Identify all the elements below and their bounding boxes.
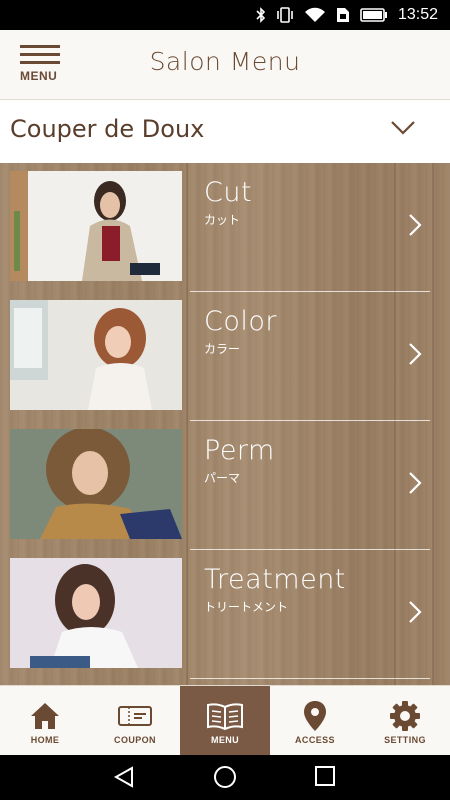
cut-photo bbox=[10, 171, 182, 281]
battery-icon bbox=[360, 8, 388, 22]
status-bar: 13:52 bbox=[0, 0, 450, 30]
menu-item-title: Color bbox=[204, 306, 277, 337]
nav-coupon[interactable]: COUPON bbox=[90, 686, 180, 756]
salon-name: Couper de Doux bbox=[10, 115, 205, 143]
chevron-right-icon bbox=[408, 213, 422, 241]
nav-home[interactable]: HOME bbox=[0, 686, 90, 756]
menu-item-treatment[interactable]: Treatment トリートメント bbox=[0, 550, 450, 679]
nav-menu[interactable]: MENU bbox=[180, 686, 270, 756]
sim-icon bbox=[336, 7, 350, 23]
app-bar: MENU Salon Menu bbox=[0, 30, 450, 100]
perm-photo bbox=[10, 429, 182, 539]
nav-access[interactable]: ACCESS bbox=[270, 686, 360, 756]
nav-label: SETTING bbox=[384, 735, 426, 745]
menu-item-title: Treatment bbox=[204, 564, 346, 595]
menu-list: Cut カット Color カラー Perm パーマ Treatment トリー… bbox=[0, 163, 450, 685]
home-icon bbox=[29, 700, 61, 732]
back-icon[interactable] bbox=[112, 765, 136, 793]
nav-label: MENU bbox=[210, 735, 240, 745]
wifi-icon bbox=[304, 7, 326, 23]
recents-icon[interactable] bbox=[314, 765, 336, 791]
vibrate-icon bbox=[276, 7, 294, 23]
bluetooth-icon bbox=[256, 7, 266, 23]
nav-label: HOME bbox=[30, 735, 60, 745]
menu-item-color[interactable]: Color カラー bbox=[0, 292, 450, 421]
coupon-icon bbox=[117, 700, 153, 732]
chevron-right-icon bbox=[408, 342, 422, 370]
map-pin-icon bbox=[303, 700, 327, 732]
book-icon bbox=[205, 700, 245, 732]
menu-item-title: Cut bbox=[204, 177, 253, 208]
menu-item-subtitle: トリートメント bbox=[204, 600, 289, 614]
page-title: Salon Menu bbox=[149, 47, 301, 76]
divider bbox=[190, 678, 430, 679]
salon-selector[interactable]: Couper de Doux bbox=[0, 101, 450, 163]
home-circle-icon[interactable] bbox=[213, 765, 237, 793]
chevron-down-icon bbox=[390, 120, 416, 140]
system-nav-bar bbox=[0, 755, 450, 800]
status-icons: 13:52 bbox=[256, 0, 438, 30]
bottom-nav: HOME COUPON MENU ACCESS SETTING bbox=[0, 685, 450, 756]
menu-item-subtitle: カラー bbox=[204, 342, 241, 356]
menu-item-perm[interactable]: Perm パーマ bbox=[0, 421, 450, 550]
menu-item-subtitle: パーマ bbox=[204, 471, 241, 485]
treatment-photo bbox=[10, 558, 182, 668]
menu-item-subtitle: カット bbox=[204, 213, 241, 227]
gear-icon bbox=[389, 700, 421, 732]
menu-item-cut[interactable]: Cut カット bbox=[0, 163, 450, 292]
clock: 13:52 bbox=[397, 6, 438, 23]
color-photo bbox=[10, 300, 182, 410]
nav-label: COUPON bbox=[114, 735, 156, 745]
nav-setting[interactable]: SETTING bbox=[360, 686, 450, 756]
chevron-right-icon bbox=[408, 471, 422, 499]
chevron-right-icon bbox=[408, 600, 422, 628]
menu-item-title: Perm bbox=[204, 435, 275, 466]
nav-label: ACCESS bbox=[295, 735, 335, 745]
